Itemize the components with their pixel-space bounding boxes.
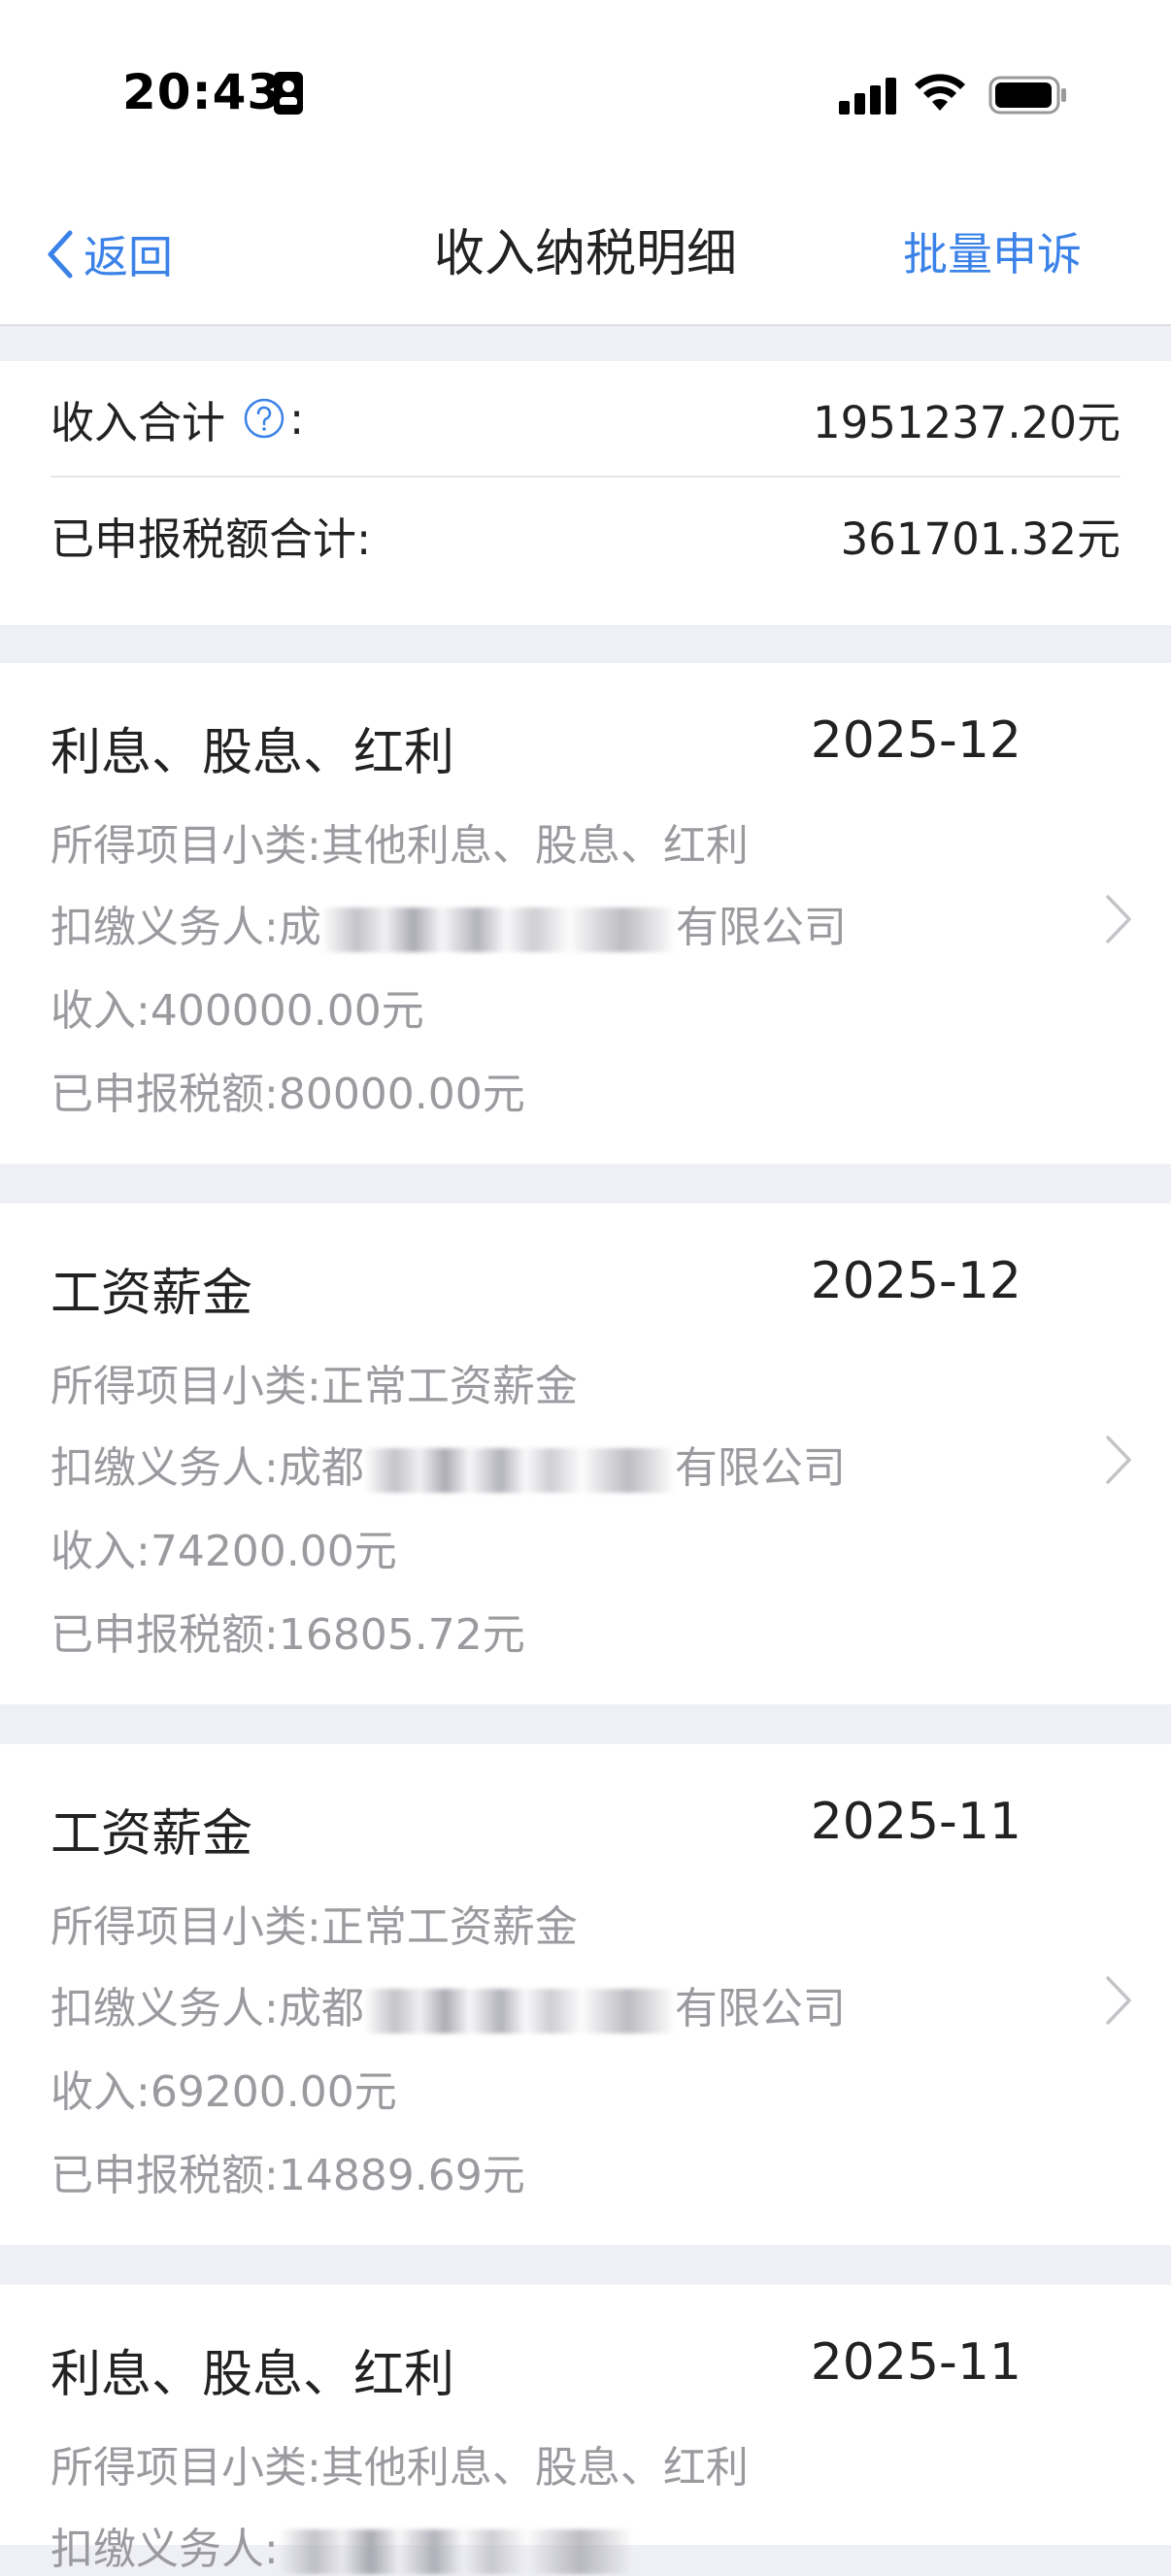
id-card-icon xyxy=(274,72,303,115)
record-subcategory: 所得项目小类:其他利息、股息、红利 xyxy=(50,810,749,873)
record-period: 2025-12 xyxy=(810,1252,1021,1310)
cellular-signal-icon xyxy=(839,76,897,115)
record-income: 收入:69200.00元 xyxy=(50,2057,397,2119)
status-time: 20:43 xyxy=(122,64,283,120)
record-title: 利息、股息、红利 xyxy=(50,2346,455,2404)
redacted-blur xyxy=(363,1989,675,2033)
help-icon[interactable] xyxy=(243,397,285,440)
chevron-right-icon xyxy=(1106,1976,1131,2025)
redacted-blur xyxy=(320,908,676,952)
record-withholder: 扣缴义务人:成都 有限公司 xyxy=(50,1433,846,1495)
battery-icon xyxy=(988,76,1066,115)
record-withholder: 扣缴义务人:成都 有限公司 xyxy=(50,1973,846,2035)
income-total-row: 收入合计 : 1951237.20元 xyxy=(50,361,1121,478)
withholder-label: 扣缴义务人: xyxy=(50,1984,279,2033)
income-record-card[interactable]: 利息、股息、红利 2025-12 所得项目小类:其他利息、股息、红利 扣缴义务人… xyxy=(0,663,1171,1164)
income-record-card[interactable]: 利息、股息、红利 2025-11 所得项目小类:其他利息、股息、红利 扣缴义务人… xyxy=(0,2285,1171,2574)
chevron-right-icon xyxy=(1106,1436,1131,1484)
tax-label: 已申报税额: xyxy=(50,1070,279,1119)
income-record-card[interactable]: 工资薪金 2025-11 所得项目小类:正常工资薪金 扣缴义务人:成都 有限公司 … xyxy=(0,1744,1171,2245)
record-period: 2025-11 xyxy=(810,2333,1021,2392)
income-record-card[interactable]: 工资薪金 2025-12 所得项目小类:正常工资薪金 扣缴义务人:成都 有限公司 … xyxy=(0,1204,1171,1704)
subcategory-value: 其他利息、股息、红利 xyxy=(320,2443,749,2493)
record-subcategory: 所得项目小类:正常工资薪金 xyxy=(50,1892,578,1954)
income-value: 400000.00元 xyxy=(150,986,424,1036)
wifi-icon xyxy=(915,74,965,111)
record-title: 工资薪金 xyxy=(50,1805,253,1864)
tax-label: 已申报税额: xyxy=(50,1610,279,1660)
record-subcategory: 所得项目小类:正常工资薪金 xyxy=(50,1351,578,1413)
withholder-end: 有限公司 xyxy=(674,1443,846,1493)
subcategory-label: 所得项目小类: xyxy=(50,1902,321,1952)
withholder-label: 扣缴义务人: xyxy=(50,903,279,952)
subcategory-label: 所得项目小类: xyxy=(50,1362,321,1411)
chevron-right-icon xyxy=(1106,895,1131,943)
tax-total-label: 已申报税额合计: xyxy=(50,512,372,565)
record-period: 2025-11 xyxy=(810,1793,1021,1851)
withholder-label: 扣缴义务人: xyxy=(50,2525,279,2574)
record-tax: 已申报税额:16805.72元 xyxy=(50,1600,525,1662)
income-total-value: 1951237.20元 xyxy=(813,396,1121,448)
subcategory-value: 正常工资薪金 xyxy=(320,1362,578,1411)
record-title: 工资薪金 xyxy=(50,1265,253,1323)
tax-value: 80000.00元 xyxy=(278,1070,525,1119)
income-total-label: 收入合计 xyxy=(50,396,226,448)
navigation-bar: 返回 收入纳税明细 批量申诉 xyxy=(0,184,1171,326)
summary-panel: 收入合计 : 1951237.20元 已申报税额合计: 361701.32元 xyxy=(0,361,1171,625)
redacted-blur xyxy=(363,1448,675,1493)
record-income: 收入:400000.00元 xyxy=(50,975,424,1038)
subcategory-value: 其他利息、股息、红利 xyxy=(320,821,749,871)
withholder-end: 有限公司 xyxy=(674,1984,846,2033)
subcategory-label: 所得项目小类: xyxy=(50,821,321,871)
tax-value: 14889.69元 xyxy=(278,2151,525,2200)
withholder-label: 扣缴义务人: xyxy=(50,1443,279,1493)
subcategory-label: 所得项目小类: xyxy=(50,2443,321,2493)
income-label: 收入: xyxy=(50,2067,151,2117)
tax-value: 16805.72元 xyxy=(278,1610,525,1660)
record-period: 2025-12 xyxy=(810,711,1021,770)
record-tax: 已申报税额:80000.00元 xyxy=(50,1059,525,1121)
withholder-start: 成都 xyxy=(278,1984,364,2033)
record-withholder: 扣缴义务人:成 有限公司 xyxy=(50,892,847,954)
income-value: 74200.00元 xyxy=(150,1527,397,1576)
income-label: 收入: xyxy=(50,986,151,1036)
income-total-colon: : xyxy=(289,392,305,445)
tax-total-row: 已申报税额合计: 361701.32元 xyxy=(50,478,1121,592)
batch-appeal-button[interactable]: 批量申诉 xyxy=(903,223,1082,285)
income-value: 69200.00元 xyxy=(150,2067,397,2117)
tax-total-value: 361701.32元 xyxy=(840,512,1121,565)
record-income: 收入:74200.00元 xyxy=(50,1516,397,1578)
withholder-end: 有限公司 xyxy=(675,903,847,952)
tax-label: 已申报税额: xyxy=(50,2151,279,2200)
redacted-blur xyxy=(278,2529,633,2574)
record-withholder: 扣缴义务人: xyxy=(50,2514,633,2576)
record-title: 利息、股息、红利 xyxy=(50,724,455,782)
withholder-start: 成 xyxy=(278,903,321,952)
subcategory-value: 正常工资薪金 xyxy=(320,1902,578,1952)
income-label: 收入: xyxy=(50,1527,151,1576)
income-total-label-group: 收入合计 : xyxy=(50,387,304,450)
status-bar: 20:43 xyxy=(0,0,1171,184)
record-tax: 已申报税额:14889.69元 xyxy=(50,2140,525,2202)
withholder-start: 成都 xyxy=(278,1443,364,1493)
record-subcategory: 所得项目小类:其他利息、股息、红利 xyxy=(50,2432,749,2494)
